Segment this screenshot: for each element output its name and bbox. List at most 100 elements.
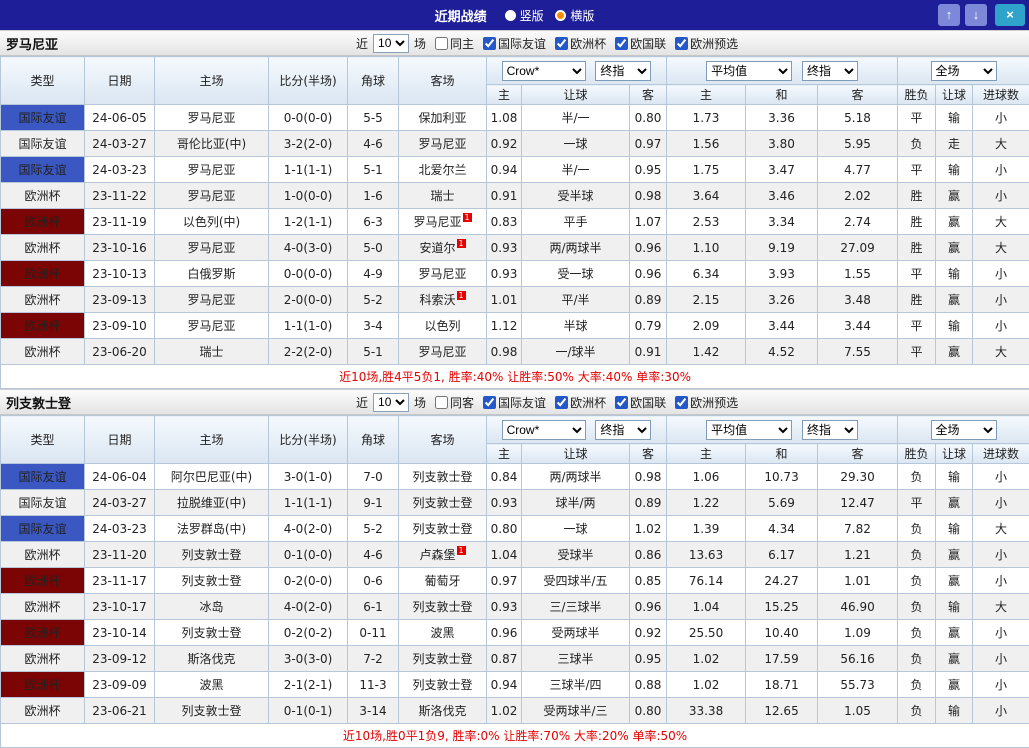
league-filter-eurocup[interactable]: 欧洲杯 <box>555 35 606 52</box>
home-team[interactable]: 哥伦比亚(中) <box>155 131 269 157</box>
home-team[interactable]: 罗马尼亚 <box>155 313 269 339</box>
home-team[interactable]: 白俄罗斯 <box>155 261 269 287</box>
league-filter-qualifiers[interactable]: 欧洲预选 <box>675 35 738 52</box>
home-team[interactable]: 罗马尼亚 <box>155 235 269 261</box>
avg-stage-select[interactable]: 终指 <box>802 61 858 81</box>
away-team[interactable]: 瑞士 <box>399 183 487 209</box>
away-team[interactable]: 列支敦士登 <box>399 490 487 516</box>
result-goals: 小 <box>973 105 1029 131</box>
odds-source-select[interactable]: Crow* <box>502 61 586 81</box>
same-venue-checkbox[interactable] <box>435 37 448 50</box>
avg-odds-home: 33.38 <box>667 698 746 724</box>
league-filter-eurocup[interactable]: 欧洲杯 <box>555 394 606 411</box>
same-venue-label: 同客 <box>450 394 474 411</box>
avg-odds-draw: 6.17 <box>746 542 818 568</box>
close-icon[interactable]: × <box>995 4 1025 26</box>
away-team[interactable]: 以色列 <box>399 313 487 339</box>
radio-vertical-layout[interactable]: 竖版 <box>505 7 544 24</box>
home-team[interactable]: 冰岛 <box>155 594 269 620</box>
league-filter-friendly[interactable]: 国际友谊 <box>483 35 546 52</box>
league-checkbox[interactable] <box>555 396 568 409</box>
match-count-select[interactable]: 10 <box>373 393 409 412</box>
home-team[interactable]: 拉脱维亚(中) <box>155 490 269 516</box>
league-checkbox[interactable] <box>615 37 628 50</box>
home-team[interactable]: 以色列(中) <box>155 209 269 235</box>
away-team[interactable]: 保加利亚 <box>399 105 487 131</box>
home-team[interactable]: 瑞士 <box>155 339 269 365</box>
odds-away: 0.96 <box>630 594 667 620</box>
move-up-button[interactable]: ↑ <box>938 4 960 26</box>
avg-odds-draw: 3.80 <box>746 131 818 157</box>
scope-select[interactable]: 全场 <box>931 61 997 81</box>
radio-horizontal-layout[interactable]: 横版 <box>555 7 594 24</box>
col-wdl: 胜负 <box>898 85 936 105</box>
away-team[interactable]: 罗马尼亚 <box>399 131 487 157</box>
league-filter-nations[interactable]: 欧国联 <box>615 35 666 52</box>
away-team[interactable]: 安道尔1 <box>399 235 487 261</box>
scope-select[interactable]: 全场 <box>931 420 997 440</box>
home-team[interactable]: 罗马尼亚 <box>155 157 269 183</box>
away-team[interactable]: 列支敦士登 <box>399 594 487 620</box>
away-team[interactable]: 列支敦士登 <box>399 646 487 672</box>
match-count-select[interactable]: 10 <box>373 34 409 53</box>
same-venue-label: 同主 <box>450 35 474 52</box>
home-team[interactable]: 列支敦士登 <box>155 698 269 724</box>
result-goals: 大 <box>973 516 1029 542</box>
odds-stage-select[interactable]: 终指 <box>595 61 651 81</box>
home-team[interactable]: 罗马尼亚 <box>155 287 269 313</box>
home-team[interactable]: 波黑 <box>155 672 269 698</box>
match-row: 欧洲杯 23-10-14 列支敦士登 0-2(0-2) 0-11 波黑 0.96… <box>1 620 1029 646</box>
away-team[interactable]: 科索沃1 <box>399 287 487 313</box>
avg-odds-away: 5.95 <box>818 131 898 157</box>
league-checkbox[interactable] <box>615 396 628 409</box>
home-team[interactable]: 罗马尼亚 <box>155 183 269 209</box>
league-filter-nations[interactable]: 欧国联 <box>615 394 666 411</box>
score: 2-0(0-0) <box>269 287 348 313</box>
league-checkbox[interactable] <box>675 37 688 50</box>
avg-odds-away: 56.16 <box>818 646 898 672</box>
avg-source-select[interactable]: 平均值 <box>706 61 792 81</box>
home-team[interactable]: 列支敦士登 <box>155 542 269 568</box>
match-type: 国际友谊 <box>1 131 85 157</box>
same-venue-filter[interactable]: 同客 <box>435 394 474 411</box>
away-team[interactable]: 卢森堡1 <box>399 542 487 568</box>
away-team[interactable]: 葡萄牙 <box>399 568 487 594</box>
odds-stage-select[interactable]: 终指 <box>595 420 651 440</box>
corner-score: 5-1 <box>348 339 399 365</box>
near-label: 近 <box>356 394 368 411</box>
result-goals: 小 <box>973 183 1029 209</box>
score: 4-0(3-0) <box>269 235 348 261</box>
home-team[interactable]: 斯洛伐克 <box>155 646 269 672</box>
away-team[interactable]: 波黑 <box>399 620 487 646</box>
home-team[interactable]: 列支敦士登 <box>155 620 269 646</box>
result-handicap: 输 <box>936 516 973 542</box>
home-team[interactable]: 法罗群岛(中) <box>155 516 269 542</box>
league-checkbox[interactable] <box>483 396 496 409</box>
league-filter-qualifiers[interactable]: 欧洲预选 <box>675 394 738 411</box>
league-checkbox[interactable] <box>555 37 568 50</box>
away-team[interactable]: 列支敦士登 <box>399 464 487 490</box>
away-team[interactable]: 罗马尼亚1 <box>399 209 487 235</box>
move-down-button[interactable]: ↓ <box>965 4 987 26</box>
away-team[interactable]: 罗马尼亚 <box>399 261 487 287</box>
league-filter-friendly[interactable]: 国际友谊 <box>483 394 546 411</box>
away-team[interactable]: 罗马尼亚 <box>399 339 487 365</box>
same-venue-filter[interactable]: 同主 <box>435 35 474 52</box>
league-label: 欧洲预选 <box>690 394 738 411</box>
odds-source-select[interactable]: Crow* <box>502 420 586 440</box>
radio-icon <box>555 10 566 21</box>
avg-odds-home: 1.42 <box>667 339 746 365</box>
away-team[interactable]: 列支敦士登 <box>399 672 487 698</box>
odds-away: 0.97 <box>630 131 667 157</box>
home-team[interactable]: 罗马尼亚 <box>155 105 269 131</box>
away-team[interactable]: 斯洛伐克 <box>399 698 487 724</box>
away-team[interactable]: 列支敦士登 <box>399 516 487 542</box>
avg-stage-select[interactable]: 终指 <box>802 420 858 440</box>
away-team[interactable]: 北爱尔兰 <box>399 157 487 183</box>
same-venue-checkbox[interactable] <box>435 396 448 409</box>
home-team[interactable]: 列支敦士登 <box>155 568 269 594</box>
league-checkbox[interactable] <box>675 396 688 409</box>
league-checkbox[interactable] <box>483 37 496 50</box>
home-team[interactable]: 阿尔巴尼亚(中) <box>155 464 269 490</box>
avg-source-select[interactable]: 平均值 <box>706 420 792 440</box>
